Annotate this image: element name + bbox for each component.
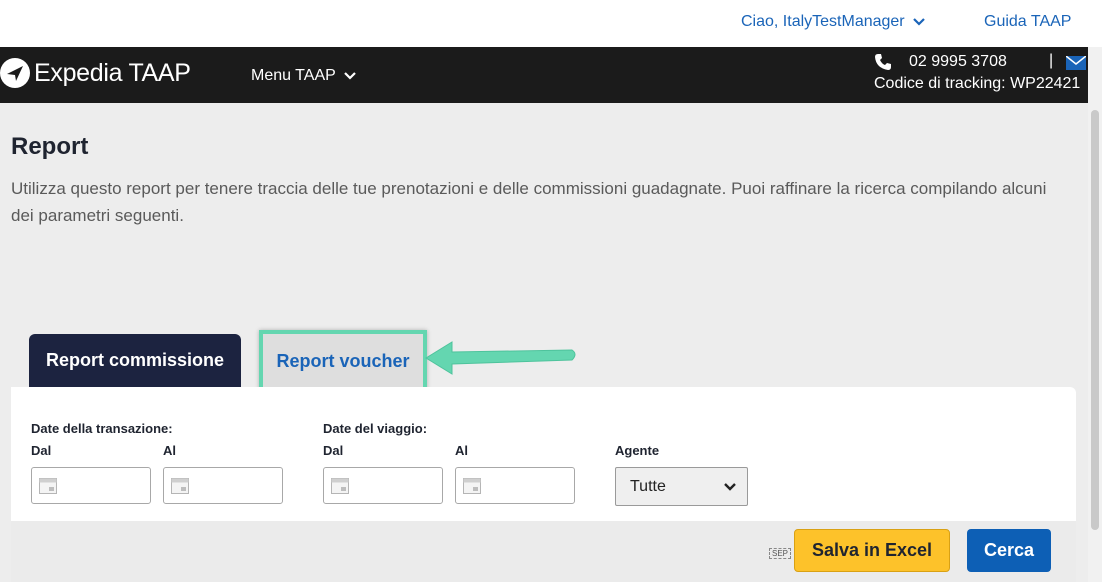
arrow-left-icon: [425, 341, 576, 375]
user-greeting-menu[interactable]: Ciao, ItalyTestManager: [741, 13, 925, 31]
travel-to-label: Al: [455, 443, 468, 458]
tracking-code: Codice di tracking: WP22421: [874, 75, 1081, 92]
main-header: Expedia TAAP Menu TAAP 02 9995 3708 | Co…: [0, 47, 1102, 103]
tab-report-voucher[interactable]: Report voucher: [259, 330, 427, 393]
chevron-down-icon: [724, 482, 736, 491]
sep-icon-text: SEP: [771, 549, 788, 558]
sep-icon: SEP: [769, 548, 791, 559]
calendar-icon[interactable]: [39, 478, 57, 494]
page-description: Utilizza questo report per tenere tracci…: [11, 179, 1047, 225]
agent-select[interactable]: Tutte: [615, 467, 748, 506]
header-separator: |: [1049, 52, 1054, 69]
phone-icon: [875, 54, 891, 70]
chevron-down-icon: [344, 72, 356, 80]
transaction-to-label: Al: [163, 443, 176, 458]
travel-dates-label: Date del viaggio:: [323, 421, 428, 436]
travel-from-label: Dal: [323, 443, 344, 458]
chevron-down-icon: [912, 18, 925, 26]
menu-taap-label: Menu TAAP: [251, 67, 336, 84]
transaction-from-label: Dal: [31, 443, 52, 458]
calendar-icon[interactable]: [171, 478, 189, 494]
mail-icon[interactable]: [1065, 55, 1087, 75]
menu-taap-dropdown[interactable]: Menu TAAP: [251, 67, 356, 85]
expedia-taap-logo[interactable]: Expedia TAAP: [0, 58, 191, 88]
phone-number: 02 9995 3708: [909, 53, 1007, 70]
transaction-from-date-input[interactable]: [31, 467, 151, 504]
travel-to-date-input[interactable]: [455, 467, 575, 504]
support-phone: 02 9995 3708: [874, 53, 1007, 71]
user-greeting: Ciao, ItalyTestManager: [741, 13, 905, 30]
page-title: Report: [11, 133, 89, 160]
calendar-icon[interactable]: [463, 478, 481, 494]
agent-select-value: Tutte: [630, 477, 666, 495]
travel-from-date-input[interactable]: [323, 467, 443, 504]
transaction-dates-label: Date della transazione:: [31, 421, 173, 436]
tab-report-commissione[interactable]: Report commissione: [29, 334, 241, 387]
save-excel-button[interactable]: Salva in Excel: [794, 529, 950, 572]
transaction-to-date-input[interactable]: [163, 467, 283, 504]
plane-logo-icon: [0, 58, 30, 88]
calendar-icon[interactable]: [331, 478, 349, 494]
help-link[interactable]: Guida TAAP: [984, 13, 1071, 31]
agent-label: Agente: [615, 443, 660, 458]
scrollbar-thumb[interactable]: [1091, 110, 1099, 530]
logo-text: Expedia TAAP: [34, 58, 191, 87]
top-utility-bar: Ciao, ItalyTestManager Guida TAAP: [0, 0, 1102, 47]
search-button[interactable]: Cerca: [967, 529, 1051, 572]
